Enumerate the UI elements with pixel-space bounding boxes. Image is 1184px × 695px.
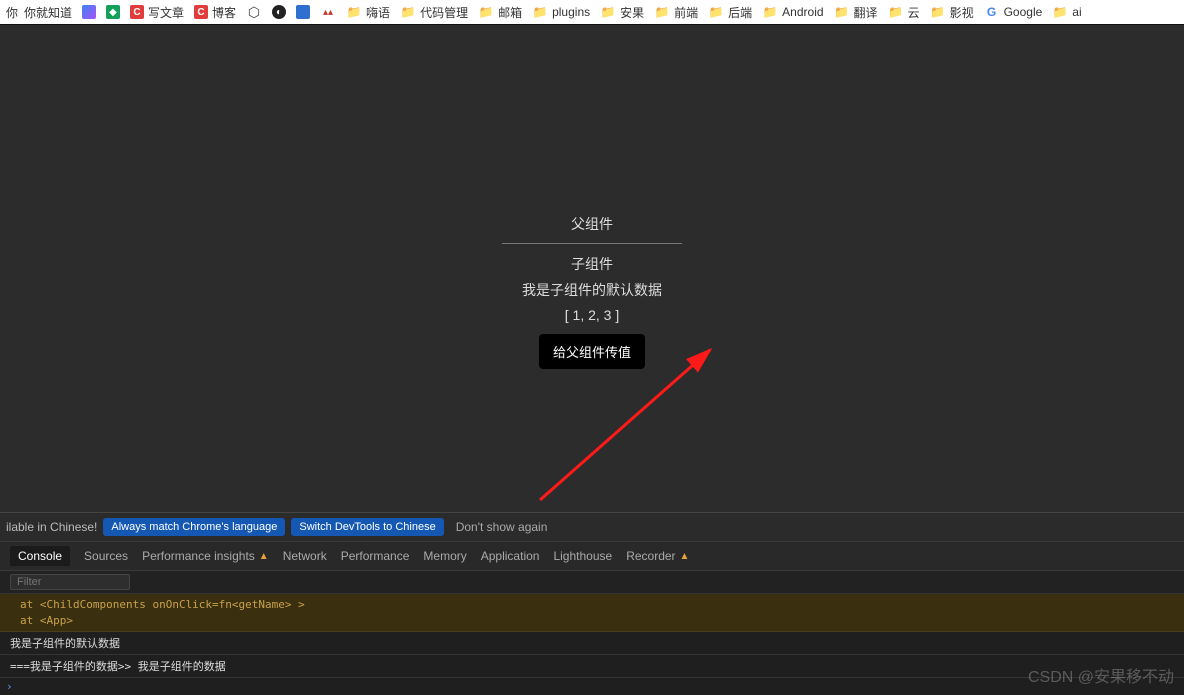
tab-recorder[interactable]: Recorder ▲ <box>626 549 689 563</box>
devtools-tabs: Console Sources Performance insights ▲ N… <box>0 542 1184 571</box>
text-icon: 你 <box>4 4 20 20</box>
banner-text: ilable in Chinese! <box>6 520 97 534</box>
bookmark-item[interactable]: 📁后端 <box>708 4 752 21</box>
warning-icon: ▲ <box>680 551 690 562</box>
bookmark-item[interactable] <box>296 5 310 19</box>
bookmark-item[interactable]: 📁ai <box>1052 4 1081 20</box>
tab-memory[interactable]: Memory <box>423 549 466 563</box>
bookmark-item[interactable]: ◐ <box>272 5 286 19</box>
folder-icon: 📁 <box>532 4 548 20</box>
console-filter-input[interactable] <box>10 574 130 590</box>
folder-icon: 📁 <box>346 4 362 20</box>
switch-devtools-chinese-button[interactable]: Switch DevTools to Chinese <box>291 518 443 536</box>
console-log-line: ===我是子组件的数据>> 我是子组件的数据 <box>0 655 1184 678</box>
folder-icon: 📁 <box>600 4 616 20</box>
letter-c-icon: C <box>194 5 208 19</box>
bookmark-item[interactable]: 📁嗨语 <box>346 4 390 21</box>
bookmark-item[interactable]: 📁翻译 <box>834 4 878 21</box>
bookmark-item[interactable]: ⬡ <box>246 4 262 20</box>
page-content: 父组件 子组件 我是子组件的默认数据 [ 1, 2, 3 ] 给父组件传值 <box>0 24 1184 556</box>
devtools-panel: ilable in Chinese! Always match Chrome's… <box>0 512 1184 695</box>
tab-console[interactable]: Console <box>10 546 70 566</box>
folder-icon: 📁 <box>654 4 670 20</box>
folder-icon: 📁 <box>400 4 416 20</box>
child-default-data: 我是子组件的默认数据 <box>502 278 682 303</box>
bookmark-item[interactable]: 📁云 <box>888 4 920 21</box>
tab-lighthouse[interactable]: Lighthouse <box>553 549 612 563</box>
folder-icon: 📁 <box>762 4 778 20</box>
console-filter-bar <box>0 571 1184 594</box>
emit-to-parent-button[interactable]: 给父组件传值 <box>539 334 645 369</box>
shield-icon: ◆ <box>106 5 120 19</box>
component-demo: 父组件 子组件 我是子组件的默认数据 [ 1, 2, 3 ] 给父组件传值 <box>502 212 682 369</box>
tab-performance[interactable]: Performance <box>341 549 410 563</box>
bookmark-item[interactable]: 📁安果 <box>600 4 644 21</box>
warning-icon: ▲ <box>259 551 269 562</box>
parent-component-title: 父组件 <box>502 212 682 244</box>
bookmark-item[interactable] <box>82 5 96 19</box>
google-icon: G <box>984 4 1000 20</box>
tab-performance-insights[interactable]: Performance insights ▲ <box>142 549 269 563</box>
blue-square-icon <box>296 5 310 19</box>
child-component-title: 子组件 <box>502 252 682 277</box>
folder-icon: 📁 <box>930 4 946 20</box>
always-match-language-button[interactable]: Always match Chrome's language <box>103 518 285 536</box>
square-icon <box>82 5 96 19</box>
dark-circle-icon: ◐ <box>272 5 286 19</box>
tab-application[interactable]: Application <box>481 549 540 563</box>
console-warning: at <ChildComponents onOnClick=fn<getName… <box>0 594 1184 632</box>
console-log-line: 我是子组件的默认数据 <box>0 632 1184 655</box>
bookmark-item[interactable]: C博客 <box>194 4 236 21</box>
tab-network[interactable]: Network <box>283 549 327 563</box>
folder-icon: 📁 <box>1052 4 1068 20</box>
bookmark-item[interactable]: GGoogle <box>984 4 1043 20</box>
devtools-language-banner: ilable in Chinese! Always match Chrome's… <box>0 513 1184 542</box>
bookmark-item[interactable]: 📁邮箱 <box>478 4 522 21</box>
dont-show-again-button[interactable]: Don't show again <box>450 517 554 537</box>
bookmark-item[interactable]: 📁前端 <box>654 4 698 21</box>
bookmark-item[interactable]: 📁代码管理 <box>400 4 468 21</box>
folder-icon: 📁 <box>478 4 494 20</box>
bookmark-item[interactable]: 📁影视 <box>930 4 974 21</box>
bookmark-item[interactable]: ▴▴ <box>320 4 336 20</box>
folder-icon: 📁 <box>708 4 724 20</box>
triangle-icon: ▴▴ <box>320 4 336 20</box>
bookmark-item[interactable]: ◆ <box>106 5 120 19</box>
console-prompt[interactable]: › <box>0 678 1184 695</box>
folder-icon: 📁 <box>888 4 904 20</box>
bookmark-item[interactable]: 📁Android <box>762 4 823 20</box>
hexagon-icon: ⬡ <box>246 4 262 20</box>
bookmark-item[interactable]: C写文章 <box>130 4 184 21</box>
bookmark-item[interactable]: 你你就知道 <box>4 4 72 21</box>
child-array-data: [ 1, 2, 3 ] <box>502 303 682 328</box>
letter-c-icon: C <box>130 5 144 19</box>
folder-icon: 📁 <box>834 4 850 20</box>
bookmark-item[interactable]: 📁plugins <box>532 4 590 20</box>
bookmarks-bar: 你你就知道 ◆ C写文章 C博客 ⬡ ◐ ▴▴ 📁嗨语 📁代码管理 📁邮箱 📁p… <box>0 0 1184 24</box>
console-output: at <ChildComponents onOnClick=fn<getName… <box>0 594 1184 695</box>
tab-sources[interactable]: Sources <box>84 549 128 563</box>
